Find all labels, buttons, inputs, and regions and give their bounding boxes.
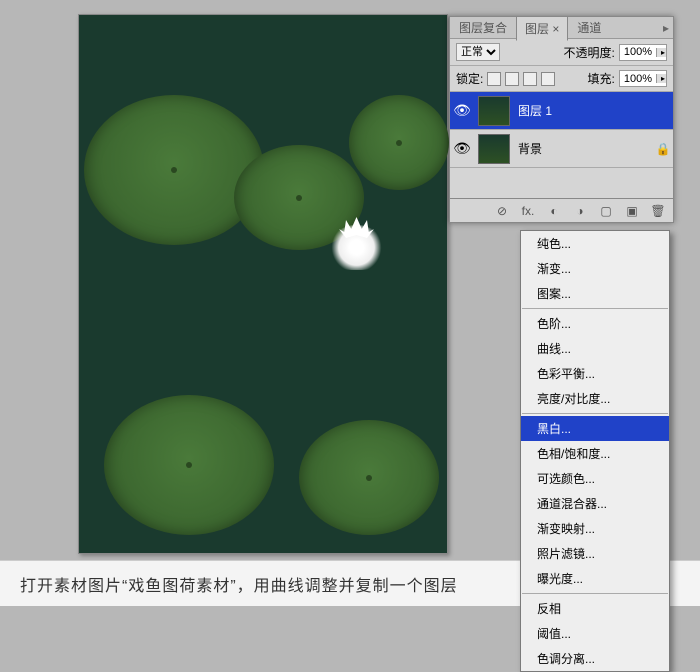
blend-mode-select[interactable]: 正常 <box>456 43 500 61</box>
panel-menu-icon[interactable]: ▸ <box>663 21 669 35</box>
menu-item[interactable]: 反相 <box>521 596 669 621</box>
lotus-leaf <box>104 395 274 535</box>
lock-icon: 🔒 <box>653 142 673 156</box>
lock-pixels-icon[interactable] <box>505 72 519 86</box>
menu-item[interactable]: 可选颜色... <box>521 466 669 491</box>
menu-item[interactable]: 照片滤镜... <box>521 541 669 566</box>
link-layers-icon[interactable]: ⊘ <box>493 203 511 219</box>
fill-input[interactable]: 100%▸ <box>619 70 667 87</box>
lock-row: 锁定: 填充: 100%▸ <box>450 66 673 92</box>
menu-item[interactable]: 图案... <box>521 281 669 306</box>
menu-item[interactable]: 阈值... <box>521 621 669 646</box>
opacity-label: 不透明度: <box>564 44 615 61</box>
layer-name[interactable]: 背景 <box>514 140 653 157</box>
lock-label: 锁定: <box>456 70 483 87</box>
menu-item[interactable]: 曲线... <box>521 336 669 361</box>
document-canvas[interactable] <box>78 14 448 554</box>
lotus-leaf <box>299 420 439 535</box>
menu-item[interactable]: 渐变... <box>521 256 669 281</box>
menu-item[interactable]: 渐变映射... <box>521 516 669 541</box>
lock-transparency-icon[interactable] <box>487 72 501 86</box>
fill-label: 填充: <box>588 70 615 87</box>
blend-row: 正常 不透明度: 100%▸ <box>450 39 673 66</box>
layers-panel: 图层复合 图层 × 通道 ▸ 正常 不透明度: 100%▸ 锁定: 填充: 10… <box>449 16 674 223</box>
adjustment-layer-icon[interactable]: ◑ <box>571 203 589 219</box>
visibility-toggle-icon[interactable]: 👁 <box>450 140 474 157</box>
opacity-input[interactable]: 100%▸ <box>619 44 667 61</box>
lock-all-icon[interactable] <box>541 72 555 86</box>
menu-item[interactable]: 黑白... <box>521 416 669 441</box>
menu-item[interactable]: 纯色... <box>521 231 669 256</box>
menu-item[interactable]: 色调分离... <box>521 646 669 671</box>
menu-item[interactable]: 色相/饱和度... <box>521 441 669 466</box>
panel-footer: ⊘ fx. ◐ ◑ ▢ ▣ 🗑 <box>450 198 673 222</box>
menu-separator <box>522 593 668 594</box>
trash-icon[interactable]: 🗑 <box>649 203 667 219</box>
lotus-flower <box>329 225 384 270</box>
menu-item[interactable]: 通道混合器... <box>521 491 669 516</box>
tab-layer-comps[interactable]: 图层复合 <box>450 15 516 40</box>
fx-icon[interactable]: fx. <box>519 203 537 219</box>
menu-item[interactable]: 亮度/对比度... <box>521 386 669 411</box>
menu-item[interactable]: 曝光度... <box>521 566 669 591</box>
lotus-leaf <box>84 95 264 245</box>
panel-tabs: 图层复合 图层 × 通道 ▸ <box>450 17 673 39</box>
menu-separator <box>522 413 668 414</box>
lotus-leaf <box>349 95 449 190</box>
layer-name[interactable]: 图层 1 <box>514 102 673 119</box>
lock-position-icon[interactable] <box>523 72 537 86</box>
menu-item[interactable]: 色彩平衡... <box>521 361 669 386</box>
tab-layers[interactable]: 图层 × <box>516 16 568 41</box>
menu-item[interactable]: 色阶... <box>521 311 669 336</box>
mask-icon[interactable]: ◐ <box>545 203 563 219</box>
layers-list: 👁 图层 1 👁 背景 🔒 <box>450 92 673 198</box>
layer-row[interactable]: 👁 背景 🔒 <box>450 130 673 168</box>
menu-separator <box>522 308 668 309</box>
visibility-toggle-icon[interactable]: 👁 <box>450 102 474 119</box>
group-icon[interactable]: ▢ <box>597 203 615 219</box>
layer-thumbnail[interactable] <box>478 96 510 126</box>
tab-channels[interactable]: 通道 <box>568 15 610 40</box>
layer-row[interactable]: 👁 图层 1 <box>450 92 673 130</box>
layer-thumbnail[interactable] <box>478 134 510 164</box>
new-layer-icon[interactable]: ▣ <box>623 203 641 219</box>
